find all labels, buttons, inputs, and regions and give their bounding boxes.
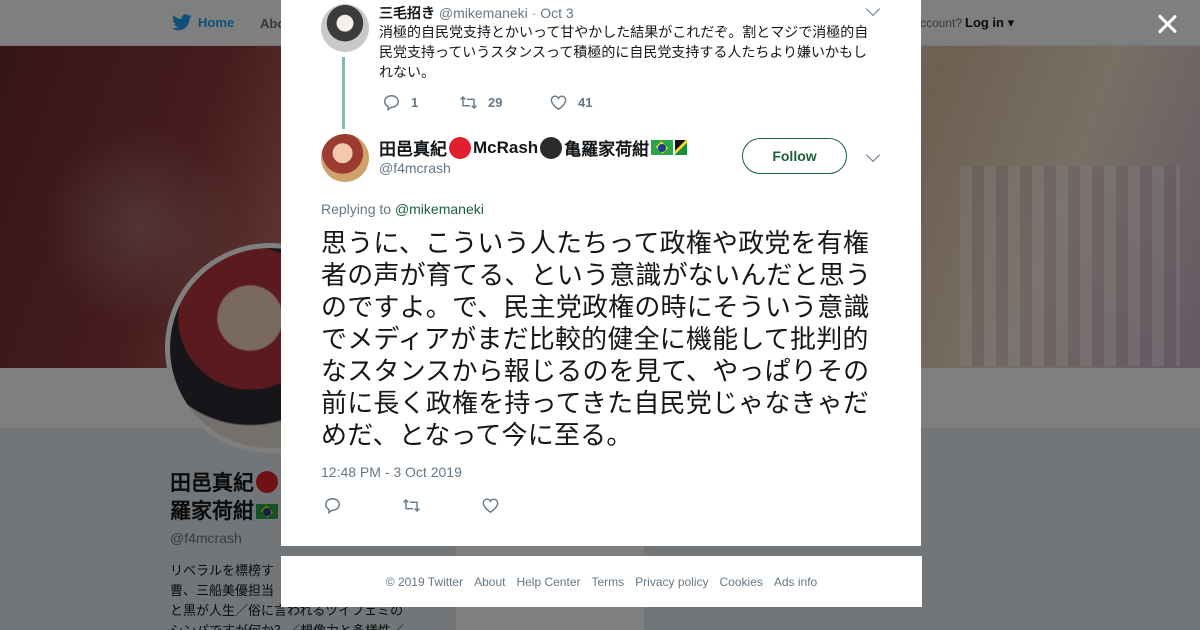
retweet-count: 29 bbox=[488, 95, 503, 110]
parent-tweet-author-name[interactable]: 三毛招き bbox=[379, 5, 435, 21]
replying-to-link[interactable]: @mikemaneki bbox=[395, 201, 484, 217]
parent-tweet-actions: 1 29 41 bbox=[382, 93, 592, 112]
parent-tweet-separator: · bbox=[531, 5, 537, 21]
footer-link-privacy-policy[interactable]: Privacy policy bbox=[635, 575, 708, 589]
retweet-icon bbox=[460, 95, 477, 110]
replying-to-line: Replying to @mikemaneki bbox=[321, 201, 484, 217]
reply-count: 1 bbox=[411, 95, 419, 110]
footer-link-help-center[interactable]: Help Center bbox=[516, 575, 580, 589]
parent-tweet-text: 消極的自民党支持とかいって甘やかした結果がこれだぞ。割とマジで消極的自民党支持っ… bbox=[379, 24, 869, 80]
parent-tweet-date[interactable]: Oct 3 bbox=[540, 5, 573, 21]
parent-tweet-handle[interactable]: @mikemaneki bbox=[439, 5, 528, 21]
footer-link-about[interactable]: About bbox=[474, 575, 505, 589]
parent-tweet-header: 三毛招き @mikemaneki · Oct 3 bbox=[379, 3, 574, 23]
footer-link-terms[interactable]: Terms bbox=[591, 575, 624, 589]
like-count: 41 bbox=[578, 95, 593, 110]
reply-button[interactable]: 1 bbox=[382, 93, 459, 112]
like-icon bbox=[482, 498, 499, 514]
reply-icon bbox=[325, 498, 340, 515]
jamaica-flag-icon bbox=[675, 140, 688, 155]
main-tweet-text: 思うに、こういう人たちって政権や政党を有権者の声が育てる、という意識がないんだと… bbox=[321, 228, 872, 450]
author-name-part: McRash bbox=[473, 137, 539, 157]
chevron-down-icon[interactable] bbox=[865, 147, 881, 163]
black-circle-emoji bbox=[540, 136, 563, 159]
tweet-modal: 三毛招き @mikemaneki · Oct 3 消極的自民党支持とかいって甘や… bbox=[281, 0, 921, 546]
main-tweet-timestamp[interactable]: 12:48 PM - 3 Oct 2019 bbox=[321, 464, 462, 480]
like-icon bbox=[550, 95, 567, 111]
modal-footer: © 2019 Twitter About Help Center Terms P… bbox=[281, 556, 922, 607]
main-tweet-author-name[interactable]: 田邑真紀 McRash 亀羅家荷紺 bbox=[379, 135, 688, 160]
follow-button[interactable]: Follow bbox=[742, 138, 847, 174]
author-name-part: 亀羅家荷紺 bbox=[564, 140, 650, 159]
brazil-flag-icon bbox=[651, 140, 674, 155]
footer-copyright: © 2019 Twitter bbox=[385, 574, 464, 589]
footer-link-cookies[interactable]: Cookies bbox=[720, 575, 763, 589]
close-icon[interactable] bbox=[1153, 10, 1181, 38]
retweet-button[interactable]: 29 bbox=[459, 93, 549, 112]
replying-prefix: Replying to bbox=[321, 201, 392, 217]
red-circle-emoji bbox=[449, 136, 471, 159]
footer-link-ads-info[interactable]: Ads info bbox=[774, 575, 817, 589]
author-name-part: 田邑真紀 bbox=[379, 140, 447, 159]
main-tweet-actions bbox=[323, 496, 500, 515]
retweet-button[interactable] bbox=[402, 496, 421, 515]
like-button[interactable] bbox=[481, 496, 500, 515]
chevron-down-icon[interactable] bbox=[865, 1, 881, 17]
retweet-icon bbox=[403, 498, 420, 513]
reply-button[interactable] bbox=[323, 496, 342, 515]
reply-icon bbox=[384, 95, 399, 112]
parent-tweet-avatar[interactable] bbox=[321, 4, 369, 52]
main-tweet-avatar[interactable] bbox=[321, 134, 369, 182]
like-button[interactable]: 41 bbox=[549, 93, 592, 112]
main-tweet-handle[interactable]: @f4mcrash bbox=[379, 160, 451, 176]
thread-connector-line bbox=[342, 57, 345, 129]
